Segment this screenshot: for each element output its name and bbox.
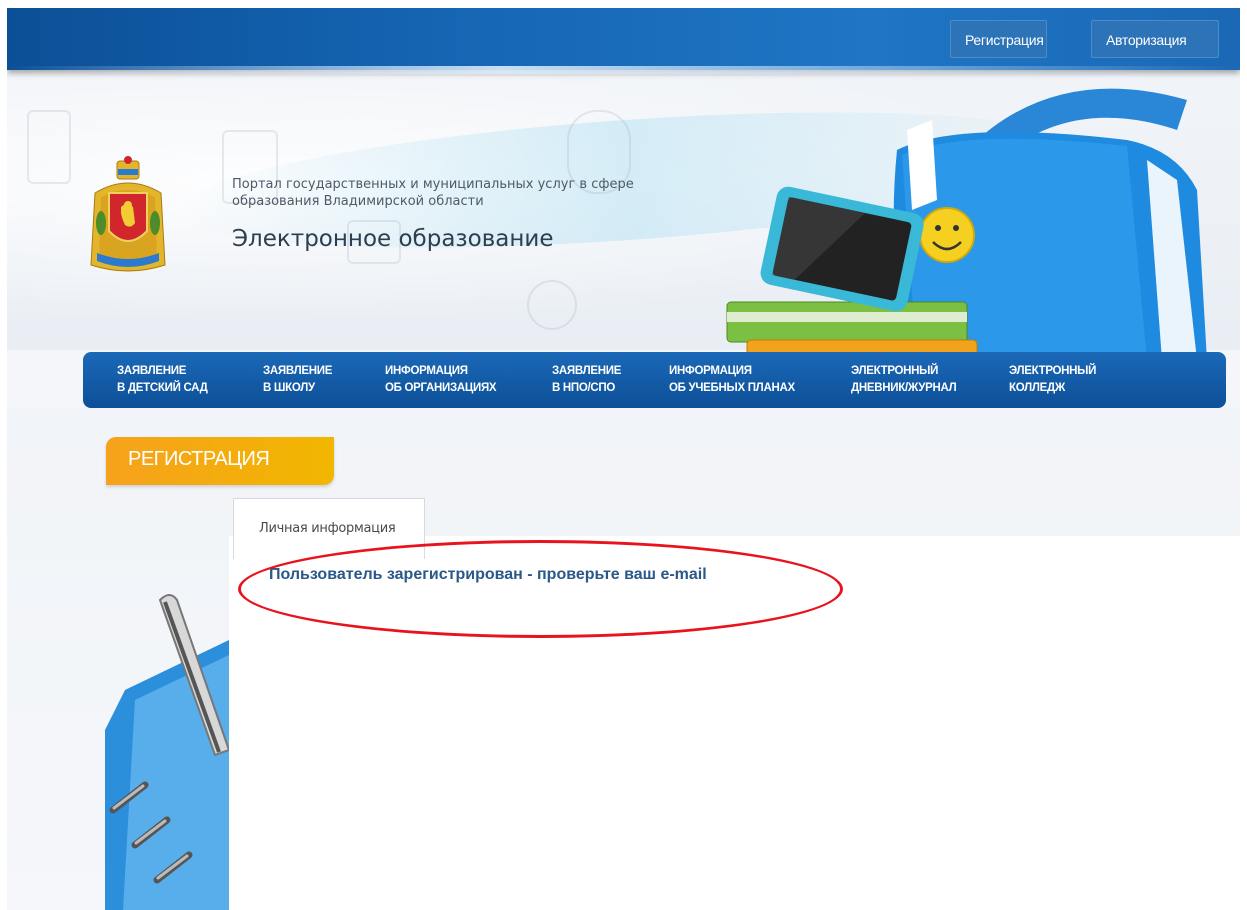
nav-item-label: Информация <box>669 365 752 377</box>
nav-item-electronic-diary[interactable]: Электронный дневник/журнал <box>851 363 957 397</box>
login-button[interactable]: Авторизация <box>1091 20 1219 58</box>
highlight-annotation-oval <box>238 540 843 638</box>
top-bar-swoosh <box>7 66 1240 74</box>
nav-item-label: дневник/журнал <box>851 382 957 394</box>
nav-item-label: Электронный <box>1009 365 1097 377</box>
nav-item-organizations-info[interactable]: Информация об организациях <box>385 363 497 397</box>
nav-item-label: Заявление <box>263 365 333 377</box>
nav-item-label: об организациях <box>385 382 497 394</box>
notebook-pen-illustration <box>105 594 229 910</box>
coat-of-arms-logo <box>90 156 166 272</box>
main-nav: Заявление в детский сад Заявление в школ… <box>83 352 1226 408</box>
section-title: РЕГИСТРАЦИЯ <box>128 448 270 470</box>
banner-doodle <box>27 110 71 184</box>
nav-item-vocational-application[interactable]: Заявление в НПО/СПО <box>552 363 621 397</box>
nav-item-label: колледж <box>1009 382 1065 394</box>
nav-item-school-application[interactable]: Заявление в школу <box>263 363 332 397</box>
portal-title: Электронное образование <box>232 226 554 252</box>
nav-item-label: Заявление <box>117 365 187 377</box>
section-title-tab: РЕГИСТРАЦИЯ <box>106 437 334 485</box>
schoolbag-illustration <box>726 88 1207 370</box>
portal-subtitle: Портал государственных и муниципальных у… <box>232 176 712 210</box>
tab-personal-info-label: Личная информация <box>259 521 396 536</box>
portal-subtitle-line1: Портал государственных и муниципальных у… <box>232 177 634 192</box>
top-bar: Регистрация Авторизация <box>7 8 1240 74</box>
nav-item-label: об учебных планах <box>669 382 795 394</box>
nav-item-electronic-college[interactable]: Электронный колледж <box>1009 363 1096 397</box>
nav-item-label: Электронный <box>851 365 939 377</box>
nav-item-kindergarten-application[interactable]: Заявление в детский сад <box>117 363 208 397</box>
nav-item-label: в детский сад <box>117 382 208 394</box>
banner-doodle <box>527 280 577 330</box>
nav-item-label: Информация <box>385 365 468 377</box>
nav-item-curricula-info[interactable]: Информация об учебных планах <box>669 363 795 397</box>
register-button[interactable]: Регистрация <box>950 20 1047 58</box>
portal-subtitle-line2: образования Владимирской области <box>232 194 484 209</box>
page: Регистрация Авторизация Портал государст… <box>7 8 1240 910</box>
nav-item-label: в школу <box>263 382 315 394</box>
nav-item-label: Заявление <box>552 365 622 377</box>
nav-item-label: в НПО/СПО <box>552 382 616 394</box>
